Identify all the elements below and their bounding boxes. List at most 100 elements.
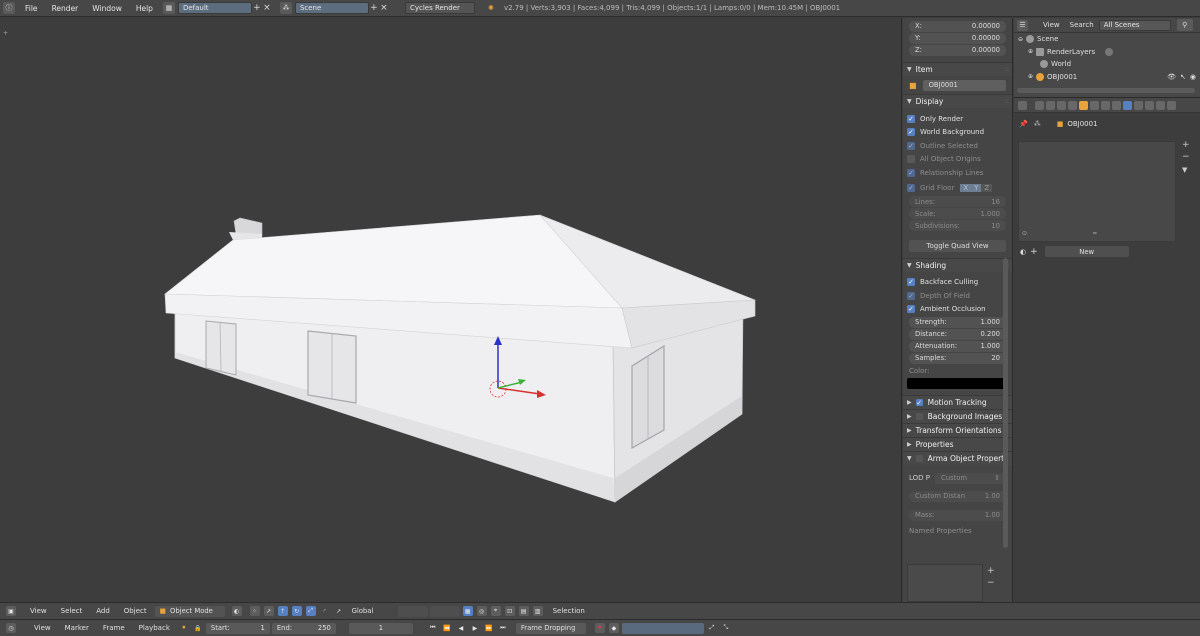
delete-keyframe-icon[interactable]: ⤡ [721,623,731,633]
ambient-occlusion-checkbox[interactable]: ✓ Ambient Occlusion [903,303,1012,317]
selection-label[interactable]: Selection [545,607,592,615]
jump-keyframe-back-icon[interactable]: ⏪ [442,623,452,633]
drag-handle-icon[interactable]: ::: [1005,98,1009,105]
remove-property-icon[interactable]: − [987,578,995,588]
render-camera-icon[interactable] [1105,47,1114,56]
item-panel-header[interactable]: ▼ Item ::: [903,62,1012,76]
depth-of-field-checkbox[interactable]: ✓ Depth Of Field [903,289,1012,303]
physics-tab-icon[interactable] [1156,100,1165,110]
render-camera-icon[interactable]: ◉ [1190,73,1196,81]
lock-range-icon[interactable]: 🔒 [193,623,203,633]
outliner-editor-icon[interactable]: ☰ [1017,19,1028,31]
viewport-shading-icon[interactable]: ◐ [231,606,242,616]
snap-toggle-icon[interactable]: ⌖ [490,606,501,616]
viewport-object-menu[interactable]: Object [117,607,154,615]
snap-arrow-icon[interactable]: ↗ [334,606,344,616]
backface-culling-checkbox[interactable]: ✓ Backface Culling [903,276,1012,290]
grid-axis-x-toggle[interactable]: X [960,183,972,192]
arma-properties-panel-header[interactable]: ▼ Arma Object Properti [903,451,1012,465]
keying-set-field[interactable] [621,622,704,634]
location-y-field[interactable]: Y: 0.00000 [909,32,1006,44]
frame-start-field[interactable]: Start: 1 [205,622,270,634]
grid-lines-field[interactable]: Lines: 16 [909,196,1006,207]
info-editor-icon[interactable]: ⓘ [3,2,15,14]
lod-preset-select[interactable]: Custom ⇕ [935,472,1006,484]
record-icon[interactable]: ⏺ [594,623,605,633]
particles-tab-icon[interactable] [1145,100,1154,110]
checkbox-empty-icon[interactable] [915,413,923,420]
ao-color-swatch[interactable] [907,378,1008,389]
proportional-edit-icon[interactable]: ◎ [476,606,487,616]
material-browse-icon[interactable]: ◐ [1020,248,1026,256]
add-material-slot-icon[interactable]: + [1182,140,1190,150]
new-material-button[interactable]: New [1044,246,1129,257]
viewport-view-menu[interactable]: View [18,607,54,615]
outliner-item-scene[interactable]: ⊖ Scene [1014,33,1200,46]
drag-handle-icon[interactable]: ::: [1005,66,1009,73]
remove-scene-icon[interactable]: × [379,3,389,13]
ao-attenuation-field[interactable]: Attenuation: 1.000 [909,340,1006,352]
viewport-corner-icon[interactable]: + [3,30,8,37]
snap-element-icon[interactable]: ⊡ [504,606,515,616]
npanel-scrollbar[interactable] [1003,258,1008,548]
transform-orientation-select[interactable]: Global [347,606,389,617]
grid-floor-row[interactable]: ✓ Grid Floor X Y Z [903,180,1012,196]
scene-icon[interactable]: ⁂ [279,2,292,14]
remove-material-slot-icon[interactable]: − [1182,152,1190,162]
lock-camera-icon[interactable]: ▦ [462,606,473,616]
texture-tab-icon[interactable] [1134,100,1143,110]
world-background-checkbox[interactable]: ✓ World Background [903,126,1012,140]
collapse-icon[interactable]: ⊖ [1018,36,1023,43]
jump-start-icon[interactable]: ⏮ [428,623,438,633]
render-layers-tab-icon[interactable] [1046,100,1055,110]
only-render-checkbox[interactable]: ✓ Only Render [903,112,1012,126]
play-reverse-icon[interactable]: ◀ [456,623,466,633]
constraints-tab-icon[interactable] [1090,100,1099,110]
modifiers-tab-icon[interactable] [1101,100,1110,110]
add-property-icon[interactable]: + [987,566,995,576]
outliner-item-renderlayers[interactable]: ⊕ RenderLayers [1014,46,1200,59]
transform-orientations-panel-header[interactable]: ▶ Transform Orientations [903,423,1012,437]
visibility-eye-icon[interactable]: 👁 [1167,73,1176,81]
current-frame-field[interactable]: 1 [348,622,413,634]
add-layout-icon[interactable]: + [252,3,262,13]
object-tab-icon[interactable] [1079,100,1088,110]
search-icon[interactable]: ⚲ [1176,19,1193,31]
list-resize-handle[interactable]: ═ [1093,230,1097,237]
outliner-view-menu[interactable]: View [1031,21,1065,29]
custom-distance-field[interactable]: Custom Distan 1.00 [909,490,1006,502]
mass-field[interactable]: Mass: 1.00 [909,509,1006,521]
pivot-point-icon[interactable]: ⁘ [249,606,260,616]
ao-distance-field[interactable]: Distance: 0.200 [909,328,1006,340]
play-icon[interactable]: ▶ [470,623,480,633]
frame-end-field[interactable]: End: 250 [271,622,336,634]
outliner-scrollbar[interactable] [1017,88,1195,93]
screen-layout-field[interactable]: Default [177,2,252,14]
grid-axis-z-toggle[interactable]: Z [981,183,993,192]
translate-manipulator-icon[interactable]: ↑ [277,606,288,616]
all-object-origins-checkbox[interactable]: All Object Origins [903,153,1012,167]
checkmark-icon[interactable]: ✓ [915,399,923,407]
grid-scale-field[interactable]: Scale: 1.000 [909,208,1006,219]
location-z-field[interactable]: Z: 0.00000 [909,44,1006,56]
render-preview-icon[interactable]: ▤ [518,606,529,616]
outliner-item-obj0001[interactable]: ⊕ OBJ0001 👁 ↖ ◉ [1014,71,1200,84]
new-material-plus-icon[interactable]: + [1030,247,1038,257]
screen-layout-icon[interactable]: ▦ [162,2,175,14]
remove-layout-icon[interactable]: × [262,3,272,13]
scale-manipulator-icon[interactable]: ⤢ [305,606,316,616]
editor-type-icon[interactable]: ▣ [6,606,16,616]
list-filter-icon[interactable]: ⊙ [1022,230,1027,237]
opengl-render-icon[interactable]: ▥ [532,606,543,616]
timeline-playback-menu[interactable]: Playback [132,624,177,632]
outliner-search-menu[interactable]: Search [1065,21,1099,29]
render-engine-select[interactable]: Cycles Render [404,2,475,14]
grid-axis-y-toggle[interactable]: Y [971,183,982,192]
jump-end-icon[interactable]: ⏭ [498,623,508,633]
material-tab-icon[interactable] [1123,100,1132,110]
scene-field[interactable]: Scene [294,2,369,14]
menu-help[interactable]: Help [129,4,160,13]
world-tab-icon[interactable] [1068,100,1077,110]
auto-keying-icon[interactable]: ⏺ [179,623,189,633]
layers-field-2[interactable] [429,605,460,617]
